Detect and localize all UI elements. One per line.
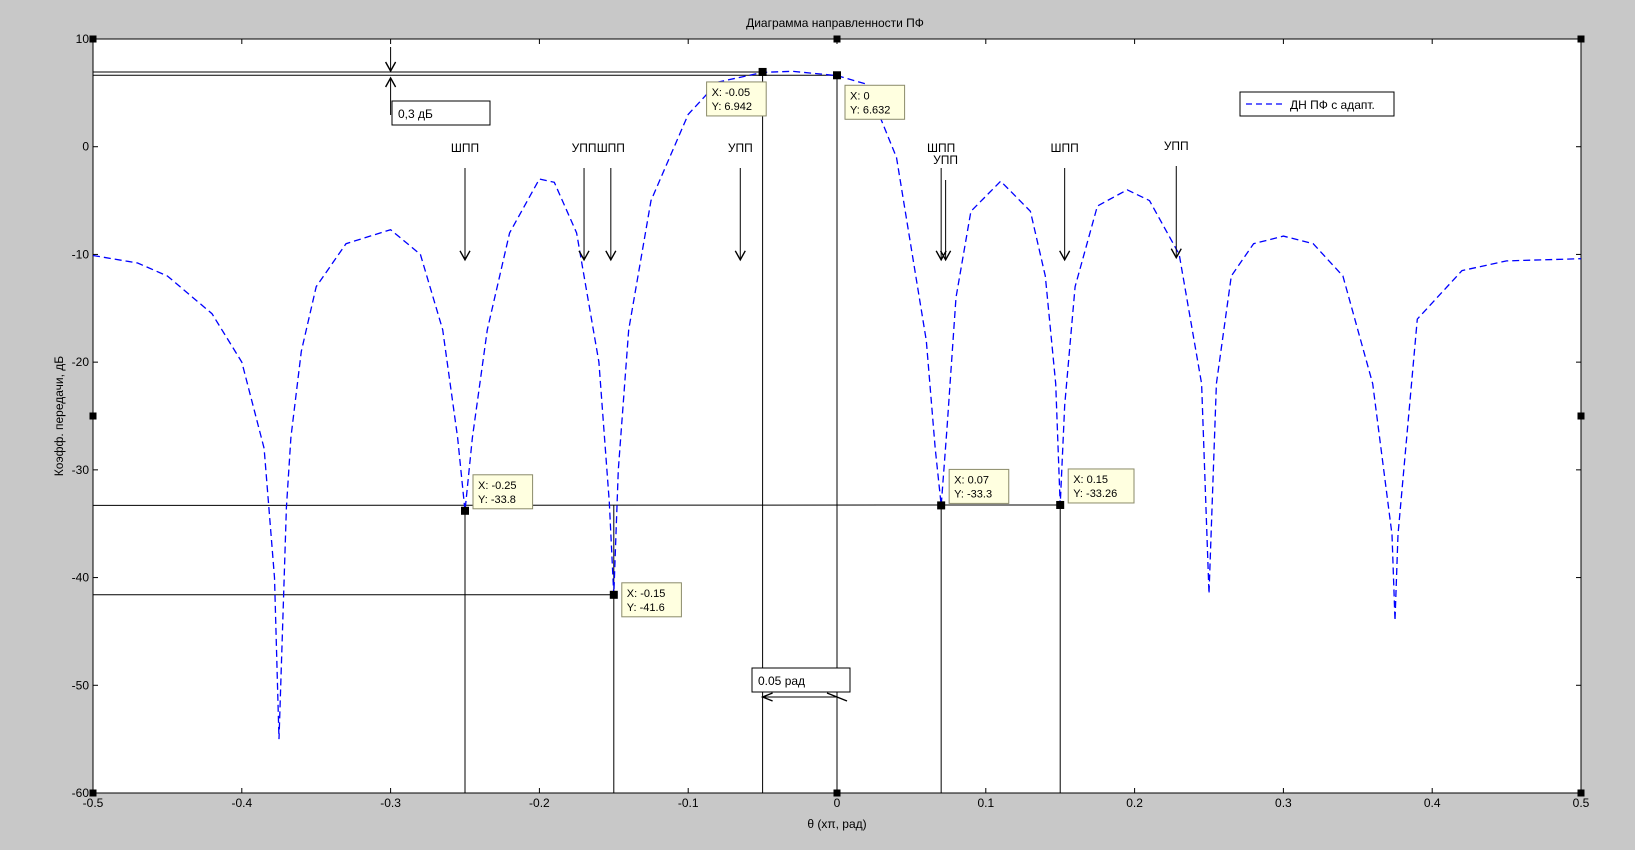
selection-handle [1577,789,1585,797]
annotation-label: УПП [933,153,958,167]
x-tick-label: 0.2 [1126,796,1143,810]
legend-label: ДН ПФ с адапт. [1290,98,1375,112]
annotation-label: ШПП [1051,141,1079,155]
selection-handle [89,789,97,797]
legend: ДН ПФ с адапт. [1239,91,1395,117]
datatip-y-label: Y: -41.6 [627,602,665,614]
y-tick-label: -50 [72,678,90,692]
datatip-x-label: X: 0.07 [954,474,989,486]
x-tick-label: -0.3 [380,796,401,810]
y-tick-label: -10 [72,247,90,261]
selection-handle [1577,35,1585,43]
y-tick-label: -30 [72,463,90,477]
y-axis-label: Коэфф. передачи, дБ [52,356,66,476]
annotation-label: УПП [1164,139,1189,153]
datatip-marker [937,501,946,510]
textbox-03db: 0,3 дБ [391,100,491,126]
selection-handle [833,789,841,797]
datatip-y-label: Y: -33.3 [954,488,992,500]
y-tick-label: -40 [72,571,90,585]
x-tick-label: -0.1 [678,796,699,810]
x-tick-label: 0.3 [1275,796,1292,810]
y-tick-label: 0 [82,140,89,154]
figure: Диаграмма направленности ПФ -0.5 -0.4 -0.3… [52,16,1590,831]
selection-handle [89,412,97,420]
x-tick-label: 0.4 [1424,796,1441,810]
annotation-label: УПП [572,141,597,155]
selection-handle [89,35,97,43]
datatip-x-label: X: 0 [850,90,870,102]
datatip-marker [461,506,469,515]
datatip-marker [833,71,841,80]
x-axis-label: θ (хπ, рад) [807,817,866,831]
y-tick-label: -20 [72,355,90,369]
x-tick-label: -0.2 [529,796,550,810]
datatip-y-label: Y: 6.632 [850,104,890,116]
annotation-label: ШПП [597,141,625,155]
annotation-label: УПП [728,141,753,155]
textbox-03db-label: 0,3 дБ [398,107,433,121]
datatip-y-label: Y: -33.8 [478,494,516,506]
textbox-005rad: 0.05 рад [751,667,851,693]
datatip-y-label: Y: -33.26 [1073,488,1117,500]
datatip-x-label: X: -0.25 [478,480,517,492]
datatip-x-label: X: -0.15 [627,588,666,600]
datatip-x-label: X: 0.15 [1073,474,1108,486]
chart-title: Диаграмма направленности ПФ [746,16,924,30]
datatip-marker [609,590,618,599]
annotation-label: ШПП [451,141,479,155]
selection-handle [833,35,841,43]
datatip-marker [758,67,767,76]
x-tick-label: -0.4 [231,796,252,810]
x-tick-label: 0 [834,796,841,810]
datatip-marker [1056,500,1065,509]
textbox-005rad-label: 0.05 рад [758,674,805,688]
datatip-y-label: Y: 6.942 [712,101,752,113]
y-tick-label: -60 [72,786,90,800]
y-tick-label: 10 [76,32,90,46]
x-tick-label: 0.1 [977,796,994,810]
x-tick-label: 0.5 [1573,796,1590,810]
datatip-x-label: X: -0.05 [712,87,751,99]
selection-handle [1577,412,1585,420]
